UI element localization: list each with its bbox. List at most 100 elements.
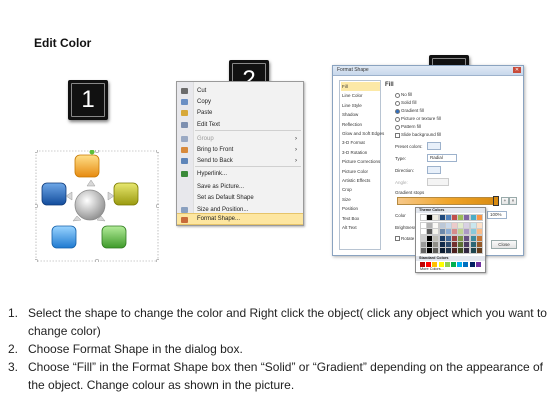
standard-color-swatch[interactable] — [463, 262, 469, 267]
dialog-nav-list: Fill Line Color Line Style Shadow Reflection… — [339, 80, 384, 250]
orange-square-shape — [74, 154, 100, 178]
dialog-nav-item[interactable]: Crop — [341, 185, 380, 194]
dialog-nav-item[interactable]: Glow and Soft Edges — [341, 129, 384, 138]
color-palette-popup: Theme Colors Standard Colors More Colors… — [415, 207, 486, 273]
dialog-nav-item[interactable]: Position — [341, 204, 380, 213]
add-stop-button[interactable]: + — [501, 197, 509, 205]
fill-option-radio[interactable] — [395, 117, 400, 122]
context-menu-item-label: Hyperlink... — [197, 171, 228, 177]
context-menu-item[interactable]: Format Shape... — [177, 213, 303, 225]
light-blue-square-shape — [51, 225, 77, 249]
edit-text-icon — [181, 122, 188, 128]
scissors-icon — [181, 88, 188, 94]
fill-option-radio[interactable] — [395, 109, 400, 114]
fill-option-label: Picture or texture fill — [401, 116, 441, 121]
context-menu: Cut Copy Paste Edit Text Group › Bring to Fron… — [176, 81, 304, 226]
copy-icon — [181, 99, 188, 105]
standard-color-swatch[interactable] — [451, 262, 456, 267]
instruction-item: 3. Choose “Fill” in the Format Shape box … — [8, 360, 543, 392]
close-icon[interactable]: ✕ — [513, 67, 521, 73]
group-icon — [181, 136, 188, 142]
standard-color-swatch[interactable] — [469, 262, 475, 267]
fill-option-label: Solid fill — [401, 100, 417, 105]
dialog-nav-item[interactable]: Size — [341, 195, 380, 204]
fill-option-radio[interactable] — [395, 133, 400, 138]
instruction-text: Choose Format Shape in the dialog box. — [28, 342, 243, 356]
context-menu-item-label: Set as Default Shape — [197, 195, 254, 201]
menu-separator — [195, 166, 301, 167]
olive-square-shape — [113, 182, 139, 206]
fill-option-radio[interactable] — [395, 93, 400, 98]
more-colors-link[interactable]: More Colors... — [420, 267, 444, 271]
dialog-nav-item[interactable]: Picture Color — [341, 167, 380, 176]
context-menu-item[interactable]: Paste — [177, 107, 303, 119]
preset-colors-label: Preset colors: — [395, 144, 423, 149]
dialog-title-bar: Format Shape ✕ — [333, 66, 523, 76]
menu-separator — [195, 130, 301, 131]
dialog-nav-item[interactable]: Reflection — [341, 120, 380, 129]
instruction-item: 2. Choose Format Shape in the dialog box. — [8, 342, 243, 356]
dialog-nav-item[interactable]: Shadow — [341, 110, 380, 119]
theme-color-swatch[interactable] — [475, 214, 483, 221]
context-menu-item[interactable]: Set as Default Shape — [177, 192, 303, 204]
brightness-label: Brightness — [395, 225, 417, 230]
bring-to-front-icon — [181, 147, 188, 153]
theme-color-swatch[interactable] — [475, 247, 483, 254]
position-value: 100% — [490, 212, 502, 217]
gradient-stop-handle[interactable] — [493, 196, 499, 206]
fill-option-radio[interactable] — [395, 101, 400, 106]
dialog-nav-item[interactable]: Text Box — [341, 214, 380, 223]
format-shape-icon — [181, 217, 188, 223]
dialog-title: Format Shape — [337, 67, 369, 73]
direction-label: Direction: — [395, 168, 415, 173]
fill-option-label: Gradient fill — [401, 108, 424, 113]
standard-color-swatch[interactable] — [457, 262, 463, 267]
standard-color-swatch[interactable] — [444, 262, 450, 267]
center-circle-shape — [74, 189, 106, 221]
shape-diagram[interactable] — [35, 150, 159, 262]
send-to-back-icon — [181, 158, 188, 164]
dialog-nav-item[interactable]: Fill — [341, 82, 380, 91]
dialog-nav-item[interactable]: Line Style — [341, 101, 380, 110]
standard-color-swatch[interactable] — [475, 262, 481, 267]
dialog-nav-item[interactable]: Artistic Effects — [341, 176, 380, 185]
fill-option-radio[interactable] — [395, 125, 400, 130]
step-badge-1: 1 — [68, 80, 108, 120]
dialog-nav-item[interactable]: 3-D Rotation — [341, 148, 380, 157]
angle-spinner[interactable] — [427, 178, 449, 186]
color-label: Color — [395, 213, 406, 218]
context-menu-item[interactable]: Hyperlink... — [177, 168, 303, 180]
close-button[interactable]: Close — [491, 240, 517, 249]
context-menu-item-label: Paste — [197, 110, 213, 116]
fill-option-label: No fill — [401, 92, 413, 97]
page-title: Edit Color — [34, 36, 92, 50]
preset-colors-dropdown[interactable] — [427, 142, 441, 150]
type-dropdown[interactable]: Radial — [427, 154, 457, 162]
remove-stop-button[interactable]: × — [509, 197, 517, 205]
theme-colors-header: Theme Colors — [416, 208, 485, 213]
type-value: Radial — [430, 155, 443, 160]
dialog-nav-item[interactable]: Alt Text — [341, 223, 380, 232]
fill-section-heading: Fill — [385, 82, 394, 88]
fill-option-label: Pattern fill — [401, 124, 422, 129]
dialog-nav-item[interactable]: Line Color — [341, 91, 380, 100]
instruction-list: 1. Select the shape to change the color a… — [6, 304, 554, 394]
green-square-shape — [101, 225, 127, 249]
gradient-stops-label: Gradient stops — [395, 190, 425, 195]
rotate-checkbox[interactable] — [395, 236, 400, 241]
direction-dropdown[interactable] — [427, 166, 441, 174]
instruction-text: Select the shape to change the color and… — [28, 306, 547, 338]
context-menu-item-label: Format Shape... — [197, 216, 241, 222]
standard-colors-header: Standard Colors — [416, 256, 485, 261]
hyperlink-icon — [181, 171, 188, 177]
gradient-stops-bar[interactable] — [397, 197, 499, 205]
dialog-nav-item[interactable]: 3-D Format — [341, 138, 380, 147]
position-spinner[interactable]: 100% — [487, 211, 507, 219]
instruction-text: Choose “Fill” in the Format Shape box th… — [28, 360, 543, 392]
paste-icon — [181, 110, 188, 116]
dialog-nav-item[interactable]: Picture Corrections — [341, 157, 380, 166]
instruction-item: 1. Select the shape to change the color a… — [8, 306, 547, 338]
angle-label: Angle: — [395, 180, 408, 185]
rotate-label: Rotate — [401, 236, 415, 241]
type-label: Type: — [395, 156, 407, 161]
